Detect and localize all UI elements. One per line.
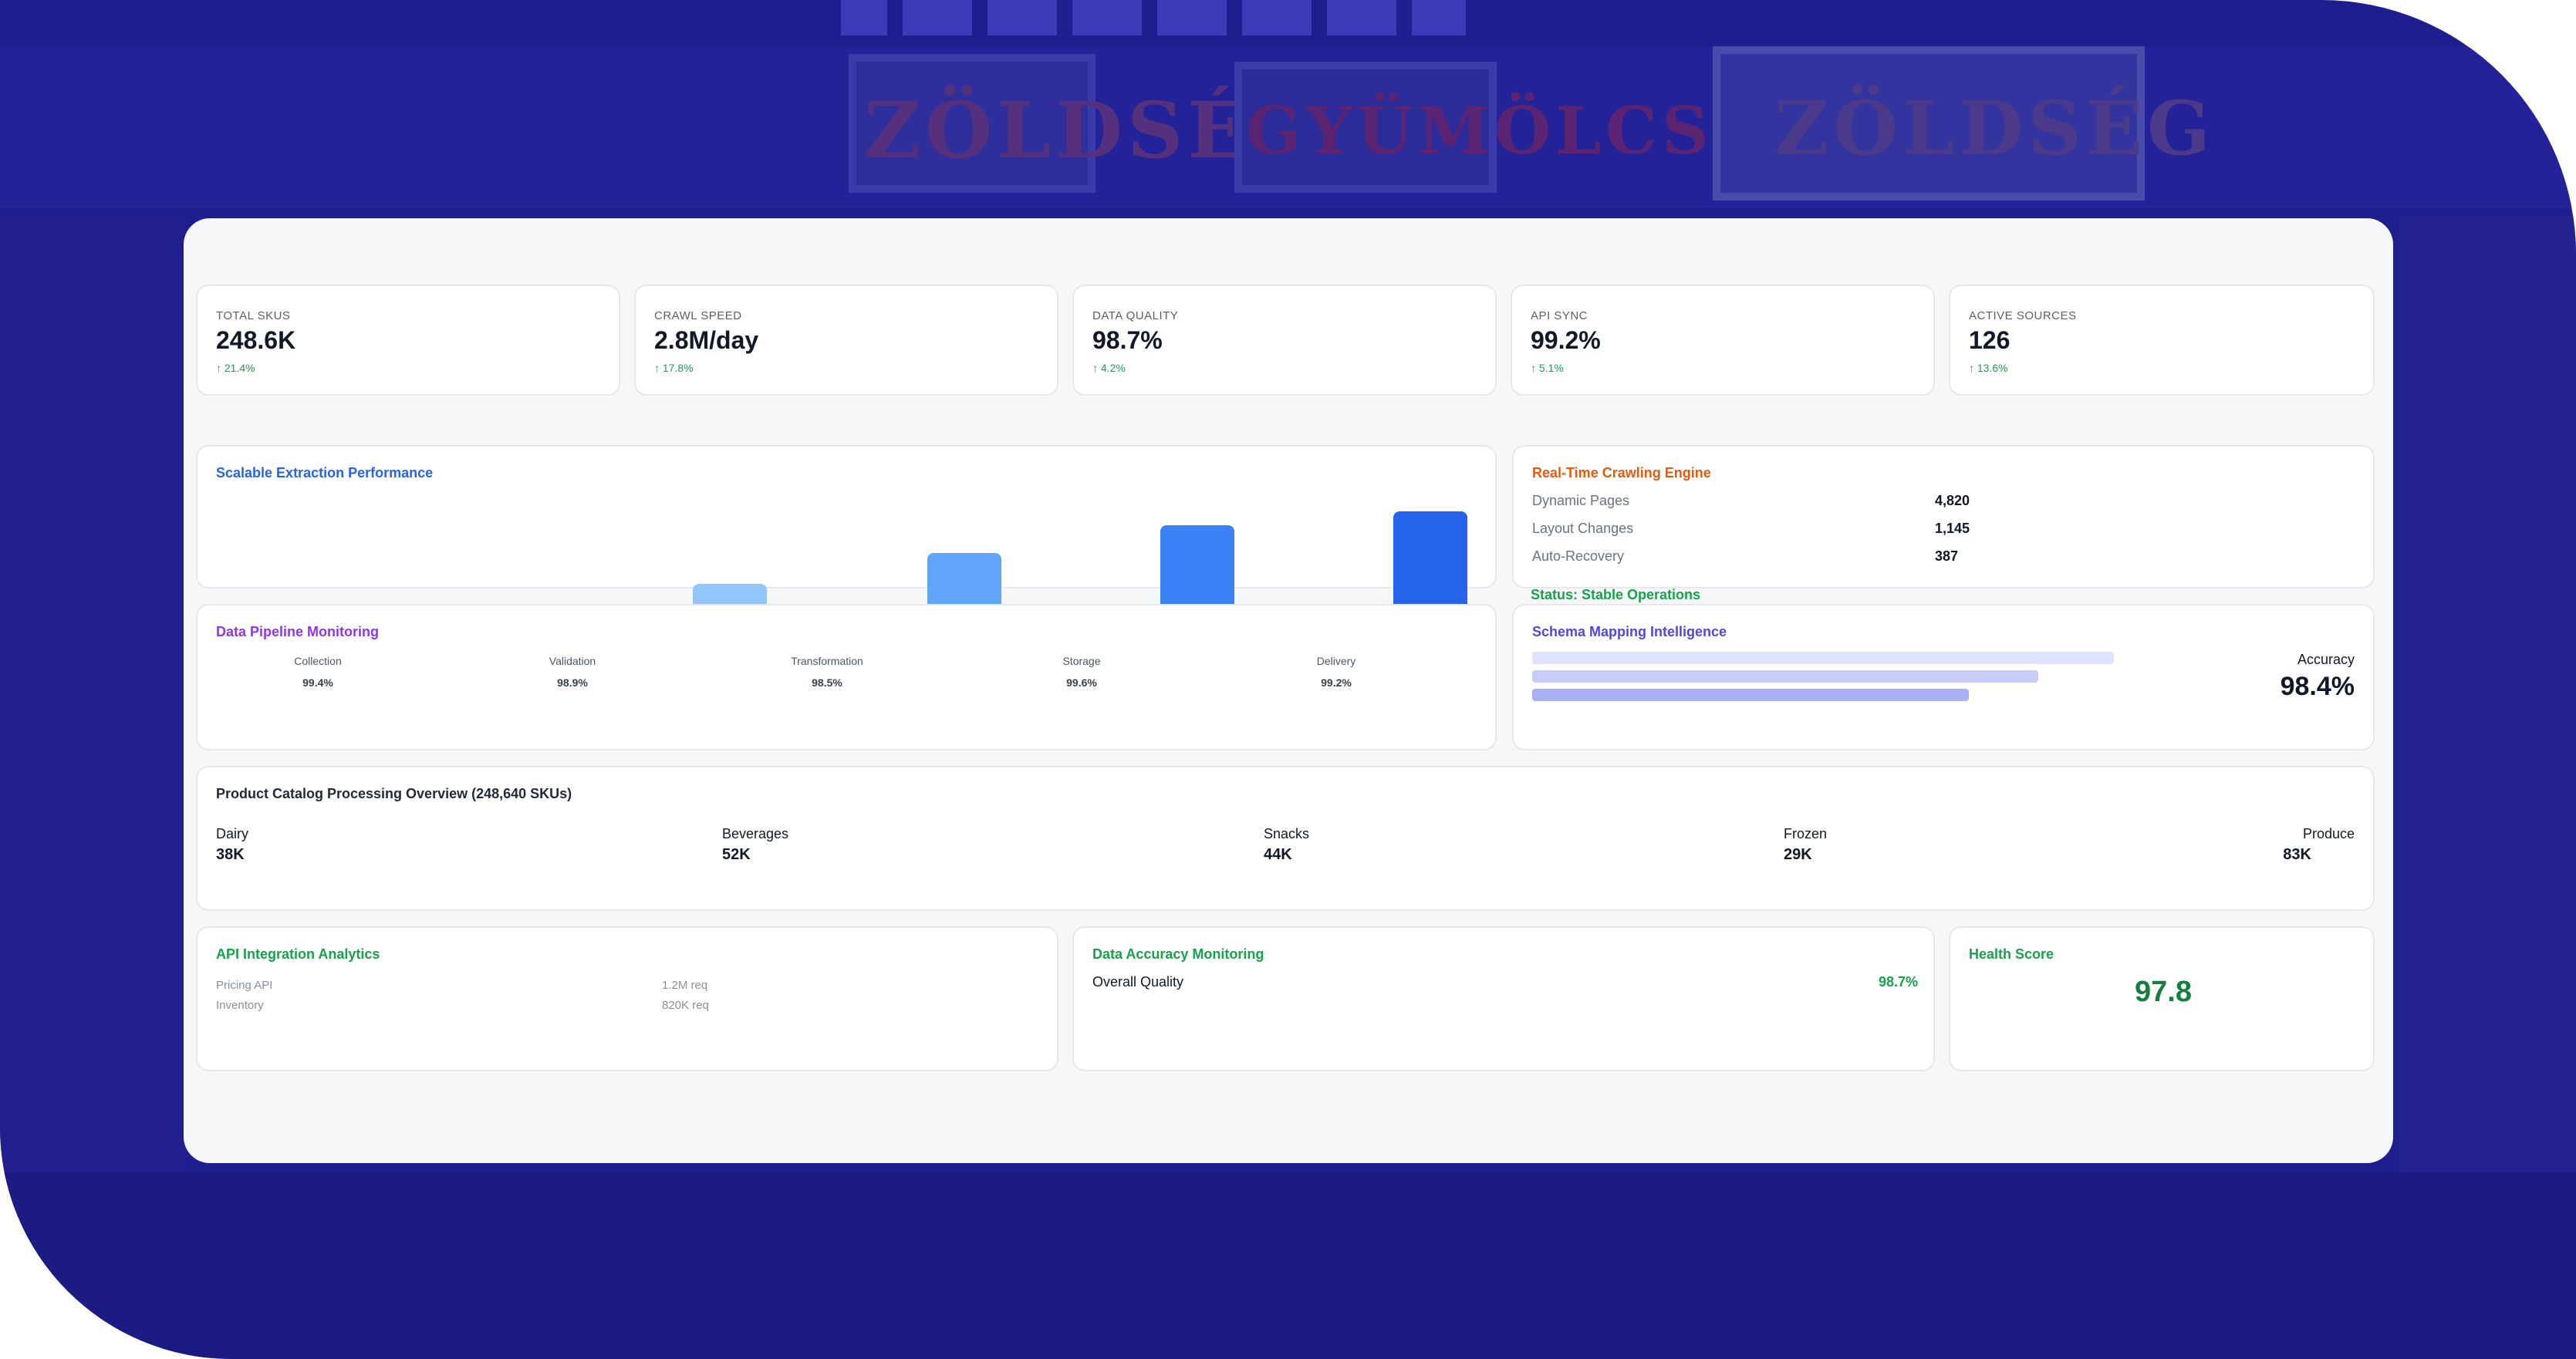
accuracy-title: Data Accuracy Monitoring — [1092, 946, 1264, 962]
catalog-category-label: Beverages — [722, 826, 789, 841]
window-pane — [988, 0, 1057, 35]
catalog-category-label: Dairy — [216, 826, 249, 841]
extraction-bar — [693, 584, 767, 604]
pipeline-stage-label: Delivery — [1316, 655, 1356, 667]
catalog-category-value: 44K — [1264, 846, 1292, 863]
kpi-card-active-sources[interactable]: ACTIVE SOURCES 126 ↑ 13.6% — [1949, 285, 2375, 396]
api-row-value: 820K req — [662, 999, 709, 1012]
accuracy-label: Overall Quality — [1092, 974, 1184, 990]
window-pane — [903, 0, 972, 35]
extraction-title: Scalable Extraction Performance — [216, 465, 434, 481]
api-row-label: Pricing API — [216, 979, 273, 992]
schema-bar — [1532, 689, 1969, 701]
catalog-title: Product Catalog Processing Overview (248… — [216, 786, 572, 801]
crawling-row-label: Layout Changes — [1532, 521, 1634, 536]
crawling-title: Real-Time Crawling Engine — [1532, 465, 1711, 481]
crawling-engine-card: Real-Time Crawling Engine Dynamic Pages … — [1512, 445, 2375, 588]
dashboard-panel: TOTAL SKUS 248.6K ↑ 21.4% CRAWL SPEED 2.… — [184, 218, 2393, 1163]
pipeline-monitoring-card: Data Pipeline Monitoring Collection 99.4… — [196, 604, 1497, 750]
api-row-value: 1.2M req — [662, 979, 708, 992]
shelf-right — [2399, 216, 2576, 1172]
floor-band — [0, 1172, 2576, 1359]
crawling-row-label: Auto-Recovery — [1532, 548, 1625, 564]
catalog-category-value: 83K — [2283, 846, 2311, 863]
window-pane — [1072, 0, 1142, 35]
extraction-performance-card: Scalable Extraction Performance — [196, 445, 1497, 588]
window-pane — [1327, 0, 1396, 35]
window-pane — [1157, 0, 1227, 35]
kpi-value: 126 — [1969, 326, 2010, 354]
health-value: 97.8 — [2135, 976, 2192, 1008]
catalog-category-value: 38K — [216, 846, 245, 863]
sign-right: ZÖLDSÉG — [1774, 85, 2215, 172]
shelf-left — [0, 216, 184, 1172]
pipeline-stage-value: 98.5% — [812, 676, 842, 689]
crawling-row-label: Dynamic Pages — [1532, 493, 1630, 508]
catalog-category-label: Frozen — [1784, 826, 1828, 841]
kpi-card-total-skus[interactable]: TOTAL SKUS 248.6K ↑ 21.4% — [196, 285, 620, 396]
sign-center: GYÜMÖLCS — [1246, 93, 1713, 169]
extraction-bar — [1393, 511, 1467, 604]
accuracy-value: 98.7% — [1878, 974, 1918, 990]
kpi-value: 98.7% — [1092, 326, 1163, 354]
schema-bar — [1532, 652, 2114, 664]
product-catalog-card: Product Catalog Processing Overview (248… — [196, 766, 2375, 911]
extraction-bar — [927, 553, 1001, 604]
kpi-change: ↑ 17.8% — [654, 362, 694, 374]
schema-accuracy-value: 98.4% — [2280, 672, 2355, 701]
crawling-row-value: 387 — [1935, 548, 1959, 564]
catalog-category-label: Snacks — [1264, 826, 1310, 841]
kpi-card-api-sync[interactable]: API SYNC 99.2% ↑ 5.1% — [1511, 285, 1935, 396]
kpi-label: ACTIVE SOURCES — [1969, 309, 2077, 322]
window-pane — [1242, 0, 1312, 35]
pipeline-stage-label: Collection — [294, 655, 342, 667]
catalog-category-value: 52K — [722, 846, 751, 863]
schema-bar — [1532, 670, 2038, 683]
pipeline-stage-value: 99.6% — [1066, 676, 1097, 689]
window-pane — [1412, 0, 1466, 35]
api-integration-card: API Integration Analytics Pricing API 1.… — [196, 926, 1058, 1071]
api-title: API Integration Analytics — [216, 946, 380, 962]
pipeline-stage-label: Validation — [549, 655, 596, 667]
pipeline-stage-label: Storage — [1062, 655, 1101, 667]
kpi-value: 2.8M/day — [654, 326, 759, 354]
extraction-bar — [1160, 525, 1234, 604]
health-score-card: Health Score 97.8 — [1949, 926, 2375, 1071]
pipeline-title: Data Pipeline Monitoring — [216, 624, 380, 639]
kpi-change: ↑ 21.4% — [216, 362, 255, 374]
pipeline-stage-value: 98.9% — [557, 676, 588, 689]
kpi-change: ↑ 4.2% — [1092, 362, 1126, 374]
schema-mapping-card: Schema Mapping Intelligence Accuracy 98.… — [1512, 604, 2375, 750]
kpi-label: TOTAL SKUS — [216, 309, 291, 322]
kpi-card-crawl-speed[interactable]: CRAWL SPEED 2.8M/day ↑ 17.8% — [634, 285, 1058, 396]
pipeline-stage-label: Transformation — [791, 655, 863, 667]
kpi-label: DATA QUALITY — [1092, 309, 1179, 322]
kpi-value: 99.2% — [1531, 326, 1601, 354]
kpi-card-data-quality[interactable]: DATA QUALITY 98.7% ↑ 4.2% — [1072, 285, 1497, 396]
kpi-change: ↑ 5.1% — [1531, 362, 1564, 374]
kpi-label: CRAWL SPEED — [654, 309, 742, 322]
api-row-label: Inventory — [216, 999, 264, 1012]
data-accuracy-card: Data Accuracy Monitoring Overall Quality… — [1072, 926, 1935, 1071]
pipeline-stage-value: 99.4% — [302, 676, 333, 689]
catalog-category-value: 29K — [1784, 846, 1812, 863]
schema-accuracy-label: Accuracy — [2297, 652, 2355, 667]
kpi-label: API SYNC — [1531, 309, 1588, 322]
health-title: Health Score — [1969, 946, 2054, 962]
schema-title: Schema Mapping Intelligence — [1532, 624, 1727, 639]
kpi-value: 248.6K — [216, 326, 296, 354]
pipeline-stage-value: 99.2% — [1321, 676, 1352, 689]
window-pane — [841, 0, 887, 35]
catalog-category-label: Produce — [2302, 826, 2355, 841]
crawling-row-value: 1,145 — [1935, 521, 1970, 536]
crawling-row-value: 4,820 — [1935, 493, 1970, 508]
kpi-change: ↑ 13.6% — [1969, 362, 2008, 374]
crawling-status: Status: Stable Operations — [1531, 587, 1701, 602]
